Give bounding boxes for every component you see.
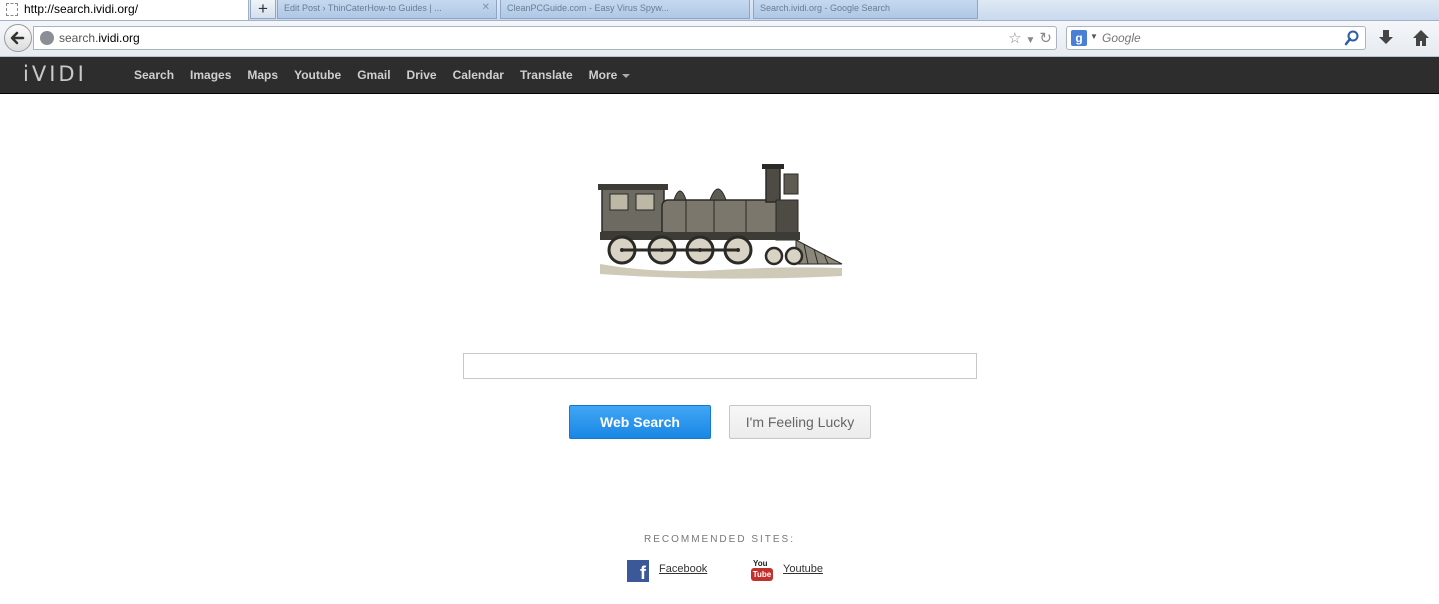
caret-down-icon (622, 73, 631, 78)
globe-icon (40, 31, 54, 45)
menu-item-drive[interactable]: Drive (399, 68, 445, 82)
google-engine-icon[interactable]: g (1071, 30, 1087, 46)
back-arrow-icon (10, 31, 25, 45)
facebook-link[interactable]: Facebook (659, 563, 707, 575)
bookmark-star-icon[interactable]: ☆ (1008, 30, 1021, 47)
menu-item-images[interactable]: Images (182, 68, 239, 82)
menu-item-search[interactable]: Search (126, 68, 182, 82)
url-text: search.ividi.org (59, 31, 140, 45)
menu-item-gmail[interactable]: Gmail (349, 68, 398, 82)
tab-background[interactable]: Search.ividi.org - Google Search (753, 0, 978, 19)
tab-background[interactable]: Edit Post › ThinCaterHow-to Guides | ...… (277, 0, 497, 19)
tab-title: Search.ividi.org - Google Search (760, 3, 891, 13)
back-button[interactable] (4, 24, 32, 52)
navigation-bar: search.ividi.org ☆ ▼ ↻ g ▼ Google (0, 21, 1439, 57)
youtube-icon[interactable]: You Tube (751, 559, 773, 583)
url-domain: ividi.org (98, 31, 140, 45)
youtube-link[interactable]: Youtube (783, 563, 823, 575)
home-icon[interactable] (1411, 28, 1431, 48)
facebook-icon[interactable]: f (627, 560, 649, 583)
tab-title: CleanPCGuide.com - Easy Virus Spyw... (507, 3, 669, 13)
tab-title: http://search.ividi.org/ (24, 2, 139, 16)
tab-strip: http://search.ividi.org/ + Edit Post › T… (0, 0, 1439, 21)
menu-item-youtube[interactable]: Youtube (286, 68, 349, 82)
browser-search-bar[interactable]: g ▼ Google (1066, 26, 1366, 50)
search-input[interactable] (463, 353, 977, 379)
recommended-site-youtube[interactable]: You Tube Youtube (751, 559, 831, 583)
tab-active[interactable]: http://search.ividi.org/ (0, 0, 249, 20)
search-placeholder: Google (1102, 31, 1141, 45)
chevron-down-icon[interactable]: ▼ (1090, 32, 1098, 41)
search-icon[interactable] (1344, 29, 1360, 47)
menu-item-calendar[interactable]: Calendar (445, 68, 512, 82)
web-search-button[interactable]: Web Search (569, 405, 711, 439)
recommended-sites-label: RECOMMENDED SITES: (643, 534, 795, 545)
site-menu: Search Images Maps Youtube Gmail Drive C… (126, 57, 638, 93)
download-icon[interactable] (1377, 28, 1395, 48)
blank-page-icon (6, 3, 18, 16)
menu-item-more[interactable]: More (581, 68, 639, 82)
new-tab-button[interactable]: + (250, 0, 276, 19)
site-top-bar: iVIDI Search Images Maps Youtube Gmail D… (0, 57, 1439, 94)
close-icon[interactable]: ✕ (482, 2, 490, 13)
menu-item-maps[interactable]: Maps (239, 68, 286, 82)
ividi-logo[interactable]: iVIDI (23, 62, 87, 86)
recommended-site-facebook[interactable]: f Facebook (627, 560, 717, 583)
url-prefix: search. (59, 31, 99, 45)
address-bar[interactable]: search.ividi.org ☆ ▼ ↻ (33, 26, 1057, 50)
reload-icon[interactable]: ↻ (1039, 30, 1052, 47)
tab-title: Edit Post › ThinCaterHow-to Guides | ... (284, 3, 442, 13)
menu-item-translate[interactable]: Translate (512, 68, 581, 82)
more-label: More (588, 68, 618, 82)
locomotive-illustration (598, 164, 843, 279)
history-dropdown-icon[interactable]: ▼ (1026, 35, 1036, 46)
tab-background[interactable]: CleanPCGuide.com - Easy Virus Spyw... (500, 0, 750, 19)
feeling-lucky-button[interactable]: I'm Feeling Lucky (729, 405, 871, 439)
